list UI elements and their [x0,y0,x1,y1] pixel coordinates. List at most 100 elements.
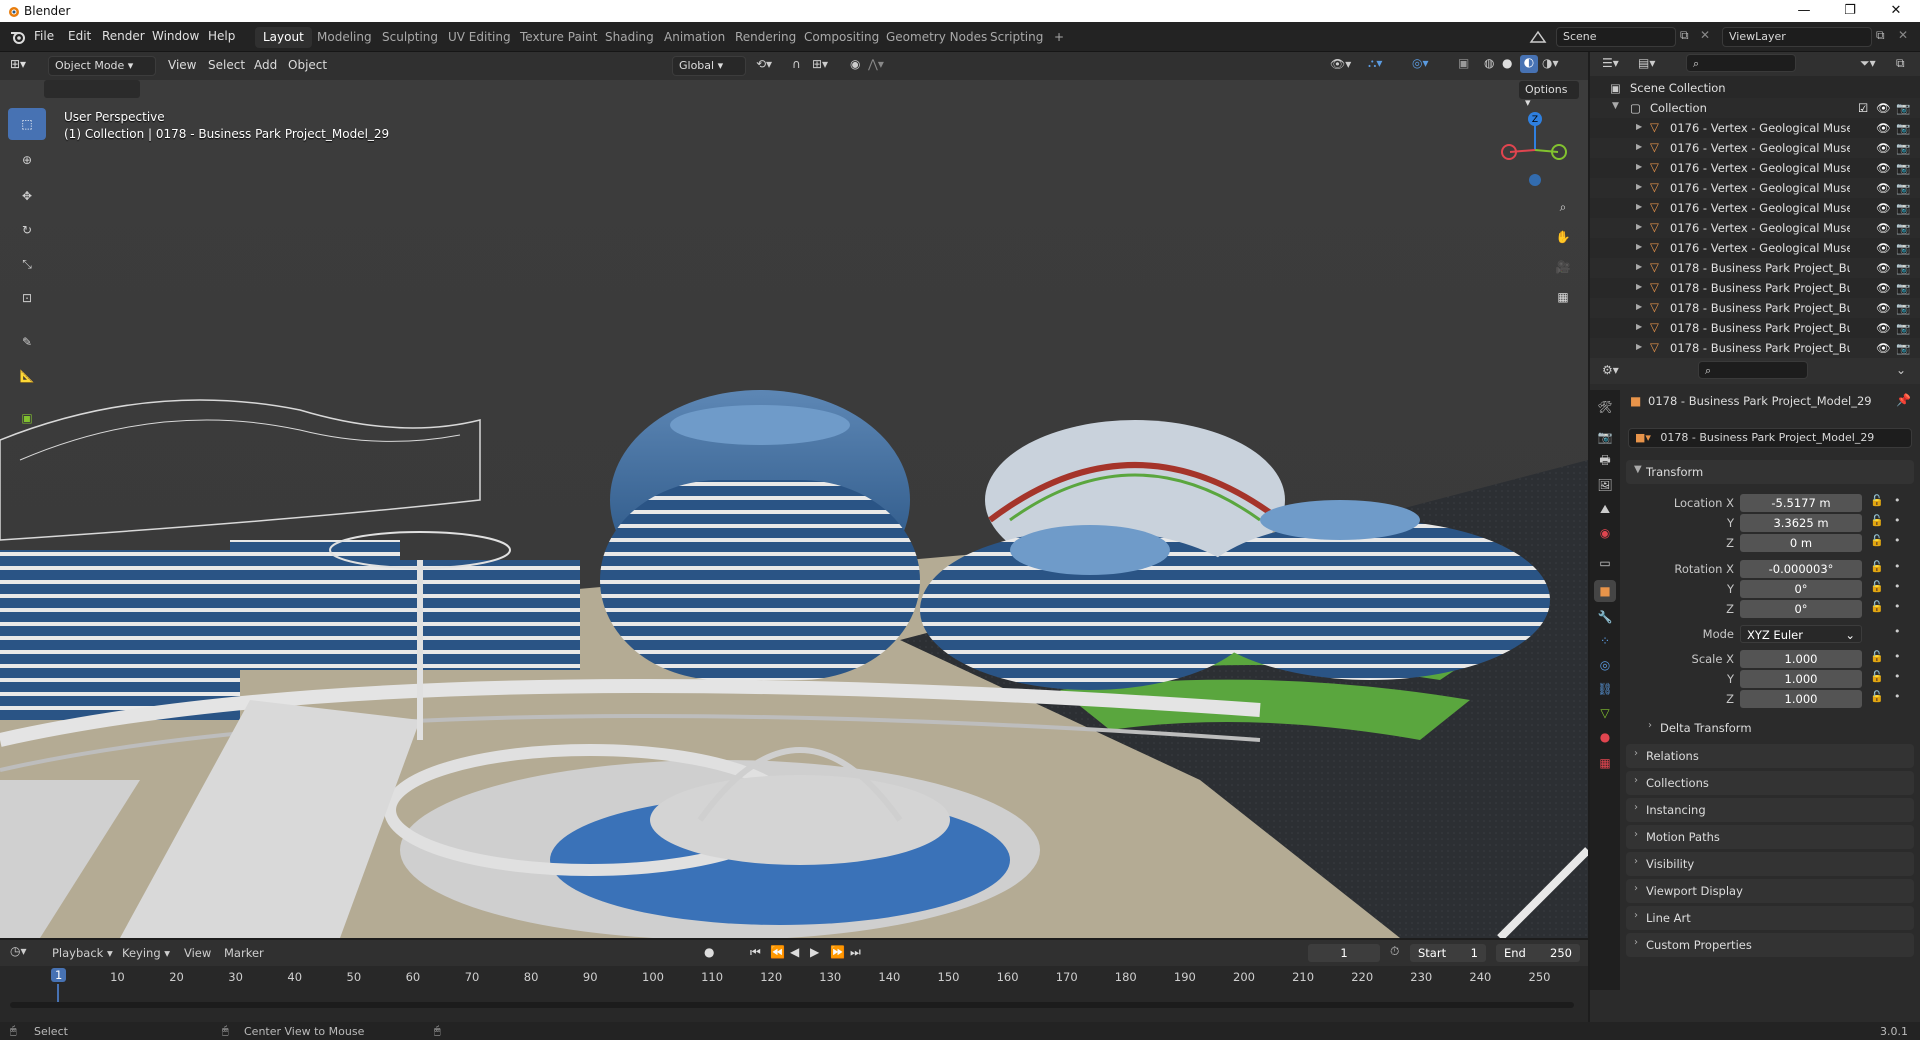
expand-arrow-icon[interactable]: ▶ [1636,302,1642,311]
keyframe-dot-icon[interactable]: • [1894,670,1901,683]
wireframe-shading-icon[interactable]: ◍ [1484,56,1494,70]
visibility-eye-icon[interactable]: 👁 [1876,201,1891,215]
location-x-field[interactable]: -5.5177 m [1740,494,1862,512]
render-camera-icon[interactable]: 📷 [1896,161,1910,175]
viewport-menu-select[interactable]: Select [208,58,245,72]
scene-icon[interactable] [1528,28,1548,46]
delete-scene-icon[interactable]: ✕ [1700,28,1710,42]
outliner-object-row[interactable]: ▶ ▽ 0178 - Business Park Project_Buildir 👁 📷 [1590,258,1920,278]
add-workspace-button[interactable]: + [1046,27,1072,48]
visibility-eye-icon[interactable]: 👁 [1876,301,1891,315]
collections-panel[interactable]: › Collections [1626,771,1914,795]
rotation-mode-dropdown[interactable]: XYZ Euler ⌄ [1740,625,1862,643]
properties-options-icon[interactable]: ⌄ [1896,363,1906,377]
visibility-filter-icon[interactable]: 👁▾ [1330,57,1351,71]
transform-tool[interactable]: ⊡ [8,282,46,314]
visibility-eye-icon[interactable]: 👁 [1876,121,1891,135]
exclude-checkbox[interactable]: ☑ [1858,101,1868,115]
new-view-layer-icon[interactable]: ⧉ [1876,28,1885,43]
xray-toggle-icon[interactable]: ▣ [1458,56,1469,70]
modifier-tab[interactable]: 🔧 [1594,606,1616,628]
expand-arrow-icon[interactable]: ▶ [1636,182,1642,191]
overlay-toggle-icon[interactable]: ◎▾ [1412,56,1429,70]
world-tab[interactable]: ◉ [1594,522,1616,544]
keyframe-dot-icon[interactable]: • [1894,650,1901,663]
tab-uv-editing[interactable]: UV Editing [440,27,519,48]
lock-icon[interactable]: 🔓 [1870,560,1884,573]
location-z-field[interactable]: 0 m [1740,534,1862,552]
lock-icon[interactable]: 🔓 [1870,580,1884,593]
scene-tab[interactable]: ⛰ [1594,498,1616,520]
prev-keyframe-icon[interactable]: ⏪ [770,945,785,959]
menu-help[interactable]: Help [208,29,235,43]
preview-range-icon[interactable]: ⏱ [1390,944,1399,959]
timeline-menu-marker[interactable]: Marker [224,946,264,960]
camera-view-icon[interactable]: 🎥 [1550,254,1576,280]
tab-rendering[interactable]: Rendering [727,27,804,48]
keyframe-dot-icon[interactable]: • [1894,494,1901,507]
object-tab[interactable]: ■ [1594,580,1616,602]
expand-arrow-icon[interactable]: ▶ [1636,122,1642,131]
object-mode-dropdown[interactable]: Object Mode ▾ [48,56,156,76]
render-camera-icon[interactable]: 📷 [1896,321,1910,335]
outliner-scene-collection[interactable]: ▣ Scene Collection [1590,78,1920,98]
outliner-object-row[interactable]: ▶ ▽ 0178 - Business Park Project_Buildir 👁 📷 [1590,278,1920,298]
tab-compositing[interactable]: Compositing [796,27,887,48]
relations-panel[interactable]: › Relations [1626,744,1914,768]
visibility-panel[interactable]: › Visibility [1626,852,1914,876]
outliner-editor-type-icon[interactable]: ☰▾ [1602,56,1619,70]
tab-texture-paint[interactable]: Texture Paint [512,27,605,48]
keyframe-dot-icon[interactable]: • [1894,534,1901,547]
visibility-eye-icon[interactable]: 👁 [1876,261,1891,275]
render-camera-icon[interactable]: 📷 [1896,101,1910,115]
proportional-edit-icon[interactable]: ◉ [850,57,860,71]
timeline-menu-playback[interactable]: Playback ▾ [52,946,113,960]
outliner-collection[interactable]: ▼ ▢ Collection ☑ 👁 📷 [1590,98,1920,118]
viewport-menu-view[interactable]: View [168,58,196,72]
outliner-object-row[interactable]: ▶ ▽ 0176 - Vertex - Geological Museum 👁 📷 [1590,178,1920,198]
texture-tab[interactable]: ▦ [1594,752,1616,774]
render-camera-icon[interactable]: 📷 [1896,281,1910,295]
gizmo-toggle-icon[interactable]: ⛬▾ [1368,56,1382,71]
new-collection-icon[interactable]: ⧉ [1896,56,1905,71]
material-tab[interactable]: ● [1594,726,1616,748]
line-art-panel[interactable]: › Line Art [1626,906,1914,930]
play-icon[interactable]: ▶ [810,945,819,959]
expand-arrow-icon[interactable]: ▶ [1636,262,1642,271]
scale-tool[interactable]: ⤡ [8,248,46,280]
measure-tool[interactable]: 📐 [8,360,46,392]
motion-paths-panel[interactable]: › Motion Paths [1626,825,1914,849]
pan-hand-icon[interactable]: ✋ [1550,224,1576,250]
jump-end-icon[interactable]: ⏭ [850,945,861,960]
transform-panel-header[interactable]: ▼ Transform [1626,460,1914,484]
record-icon[interactable]: ● [704,945,714,959]
expand-arrow-icon[interactable]: ▶ [1636,202,1642,211]
timeline-menu-view[interactable]: View [184,946,211,960]
outliner-object-row[interactable]: ▶ ▽ 0176 - Vertex - Geological Museum 👁 📷 [1590,198,1920,218]
rotate-tool[interactable]: ↻ [8,214,46,246]
render-camera-icon[interactable]: 📷 [1896,221,1910,235]
pivot-point-icon[interactable]: ⟲▾ [756,57,772,71]
expand-arrow-icon[interactable]: ▶ [1636,162,1642,171]
render-camera-icon[interactable]: 📷 [1896,181,1910,195]
current-frame-field[interactable]: 1 [1308,944,1380,962]
keyframe-dot-icon[interactable]: • [1894,625,1901,638]
physics-tab[interactable]: ◎ [1594,654,1616,676]
delta-transform-panel[interactable]: › Delta Transform [1640,716,1914,740]
rotation-y-field[interactable]: 0° [1740,580,1862,598]
next-keyframe-icon[interactable]: ⏩ [830,945,845,959]
expand-arrow-icon[interactable]: ▶ [1636,142,1642,151]
close-icon[interactable]: ✕ [1876,2,1916,20]
viewport-menu-add[interactable]: Add [254,58,277,72]
lock-icon[interactable]: 🔓 [1870,514,1884,527]
keyframe-dot-icon[interactable]: • [1894,580,1901,593]
tool-tab[interactable]: 🛠 [1594,396,1616,418]
material-preview-icon[interactable]: ◐ [1520,55,1538,73]
expand-arrow-icon[interactable]: ▶ [1636,342,1642,351]
keyframe-dot-icon[interactable]: • [1894,514,1901,527]
start-frame-field[interactable]: Start 1 [1410,944,1486,962]
timeline-editor-icon[interactable]: ◷▾ [10,944,27,958]
add-cube-tool[interactable]: ▣ [8,402,46,434]
lock-icon[interactable]: 🔓 [1870,494,1884,507]
properties-editor-type-icon[interactable]: ⚙▾ [1602,363,1619,377]
